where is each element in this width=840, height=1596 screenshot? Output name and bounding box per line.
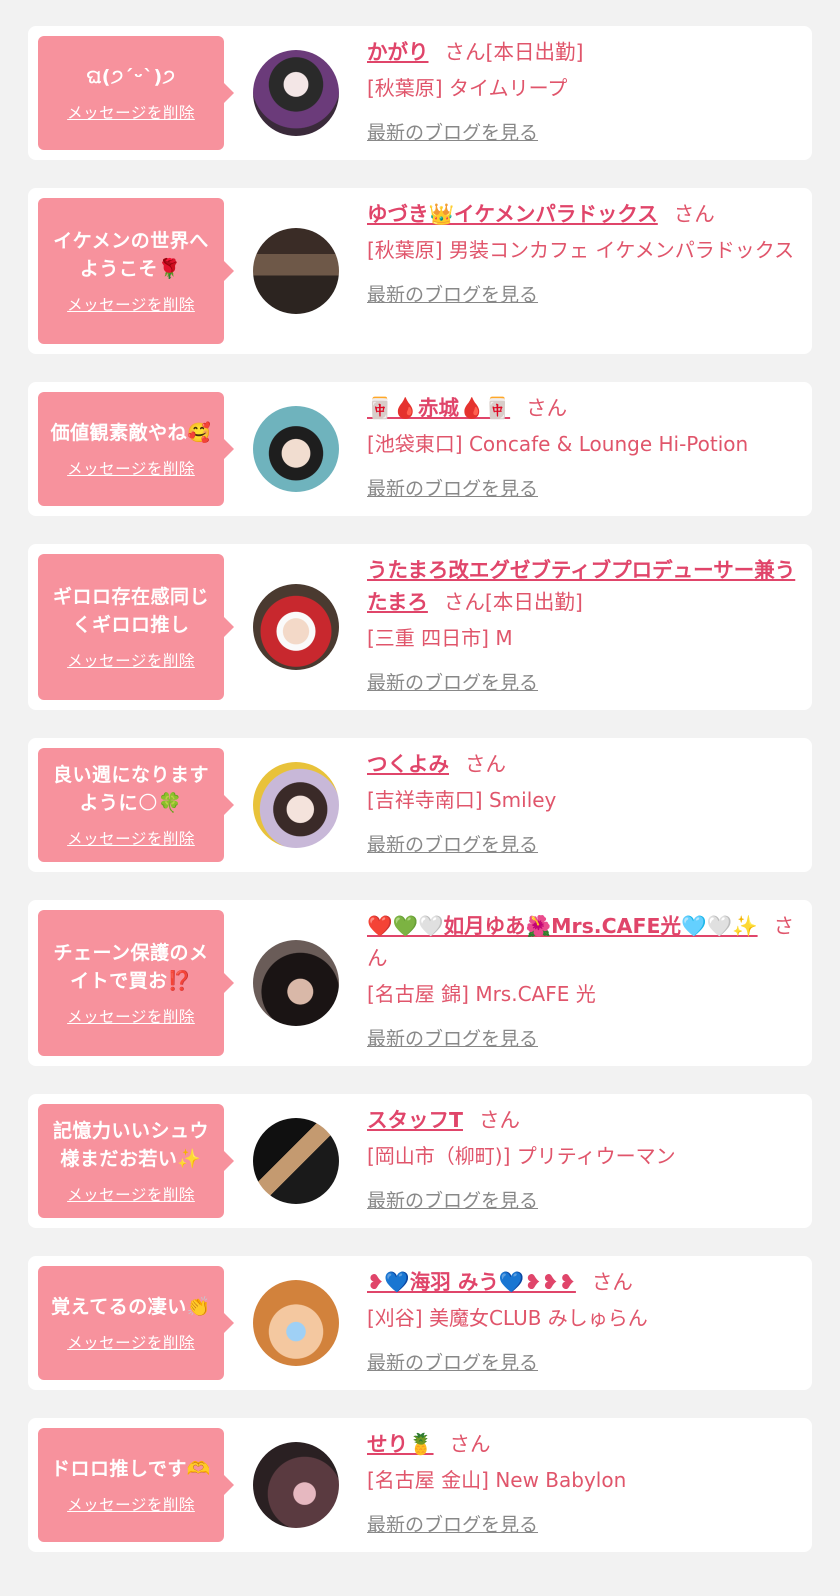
- message-bubble: チェーン保護のメ イトで買お⁉️ メッセージを削除: [38, 910, 234, 1056]
- avatar[interactable]: [253, 1442, 339, 1528]
- cast-name-link[interactable]: つくよみ: [367, 752, 449, 776]
- message-list: ଘ(੭ˊᵕˋ)੭ メッセージを削除 かがり さん[本日出勤] [秋葉原] タイムリープ最…: [0, 0, 840, 1596]
- message-text: 良い週になります ように🌕🍀: [52, 764, 209, 814]
- view-latest-blog-link[interactable]: 最新のブログを見る: [367, 1348, 538, 1375]
- message-card: ドロロ推しです🫶 メッセージを削除 せり🍍 さん [名古屋 金山] New Babylo…: [28, 1418, 812, 1552]
- message-card: 価値観素敵やね🥰 メッセージを削除 🀄🩸赤城🩸🀄 さん [池袋東口] Concafe &…: [28, 382, 812, 516]
- cast-name-link[interactable]: 🀄🩸赤城🩸🀄: [367, 396, 510, 420]
- avatar[interactable]: [253, 50, 339, 136]
- avatar[interactable]: [253, 228, 339, 314]
- cast-info: ゆづき👑イケメンパラドックス さん [秋葉原] 男装コンカフェ イケメンパラドックス…: [367, 198, 798, 307]
- message-bubble: イケメンの世界へ ようこそ🌹 メッセージを削除: [38, 198, 234, 344]
- message-card: イケメンの世界へ ようこそ🌹 メッセージを削除 ゆづき👑イケメンパラドックス さん [秋…: [28, 188, 812, 354]
- cast-name-link[interactable]: ❤️💚🤍如月ゆあ🌺Mrs.CAFE光🩵🤍✨: [367, 914, 758, 938]
- shop-location: [吉祥寺南口] Smiley: [367, 788, 557, 812]
- message-card: チェーン保護のメ イトで買お⁉️ メッセージを削除 ❤️💚🤍如月ゆあ🌺Mrs.CAF…: [28, 900, 812, 1066]
- cast-name-line: せり🍍 さん: [367, 1428, 798, 1460]
- view-latest-blog-link[interactable]: 最新のブログを見る: [367, 1024, 538, 1051]
- shop-location: [名古屋 錦] Mrs.CAFE 光: [367, 982, 596, 1006]
- delete-message-link[interactable]: メッセージを削除: [67, 1005, 195, 1027]
- cast-suffix: さん: [591, 1270, 633, 1294]
- message-text: ଘ(੭ˊᵕˋ)੭: [86, 66, 176, 88]
- cast-info: せり🍍 さん [名古屋 金山] New Babylon 最新のブログを見る: [367, 1428, 798, 1537]
- cast-info: つくよみ さん [吉祥寺南口] Smiley 最新のブログを見る: [367, 748, 798, 857]
- view-latest-blog-link[interactable]: 最新のブログを見る: [367, 668, 538, 695]
- cast-name-line: ❤️💚🤍如月ゆあ🌺Mrs.CAFE光🩵🤍✨ さん: [367, 910, 798, 974]
- message-card: ギロロ存在感同じ くギロロ推し メッセージを削除 うたまろ改エグゼブティブプロデュー…: [28, 544, 812, 710]
- view-latest-blog-link[interactable]: 最新のブログを見る: [367, 280, 538, 307]
- cast-info: ❥💙海羽 みう💙❥❥❥ さん [刈谷] 美魔女CLUB みしゅらん 最新のブログを見る: [367, 1266, 798, 1375]
- message-text: チェーン保護のメ イトで買お⁉️: [53, 942, 209, 992]
- cast-name-line: かがり さん[本日出勤]: [367, 36, 798, 68]
- cast-name-line: ゆづき👑イケメンパラドックス さん: [367, 198, 798, 230]
- cast-suffix: さん[本日出勤]: [443, 590, 583, 614]
- message-bubble: ギロロ存在感同じ くギロロ推しメッセージを削除: [38, 554, 234, 700]
- message-text: 価値観素敵やね🥰: [50, 422, 212, 444]
- delete-message-link[interactable]: メッセージを削除: [67, 457, 195, 479]
- message-text: 覚えてるの凄い👏: [51, 1296, 211, 1318]
- message-bubble: 記憶力いいシュウ 様まだお若い✨ メッセージを削除: [38, 1104, 234, 1218]
- view-latest-blog-link[interactable]: 最新のブログを見る: [367, 1510, 538, 1537]
- cast-name-link[interactable]: ❥💙海羽 みう💙❥❥❥: [367, 1270, 576, 1294]
- cast-info: 🀄🩸赤城🩸🀄 さん [池袋東口] Concafe & Lounge Hi-Potio…: [367, 392, 798, 501]
- message-card: 記憶力いいシュウ 様まだお若い✨ メッセージを削除 スタッフT さん [岡山市（柳町)]…: [28, 1094, 812, 1228]
- shop-location: [刈谷] 美魔女CLUB みしゅらん: [367, 1306, 648, 1330]
- cast-info: かがり さん[本日出勤] [秋葉原] タイムリープ 最新のブログを見る: [367, 36, 798, 145]
- delete-message-link[interactable]: メッセージを削除: [67, 101, 195, 123]
- shop-location: [三重 四日市] M: [367, 626, 513, 650]
- message-card: 覚えてるの凄い👏 メッセージを削除 ❥💙海羽 みう💙❥❥❥ さん [刈谷] 美魔女CLU…: [28, 1256, 812, 1390]
- cast-name-line: つくよみ さん: [367, 748, 798, 780]
- delete-message-link[interactable]: メッセージを削除: [67, 827, 195, 849]
- shop-location: [秋葉原] タイムリープ: [367, 76, 568, 100]
- message-bubble: ドロロ推しです🫶 メッセージを削除: [38, 1428, 234, 1542]
- message-text: 記憶力いいシュウ 様まだお若い✨: [52, 1120, 209, 1170]
- avatar[interactable]: [253, 584, 339, 670]
- delete-message-link[interactable]: メッセージを削除: [67, 649, 195, 671]
- avatar[interactable]: [253, 1280, 339, 1366]
- message-bubble: ଘ(੭ˊᵕˋ)੭ メッセージを削除: [38, 36, 234, 150]
- cast-suffix: さん: [449, 1432, 491, 1456]
- shop-location: [岡山市（柳町)] プリティウーマン: [367, 1144, 676, 1168]
- cast-name-line: 🀄🩸赤城🩸🀄 さん: [367, 392, 798, 424]
- message-text: ギロロ存在感同じ くギロロ推し: [52, 586, 209, 636]
- cast-suffix: さん: [673, 202, 715, 226]
- avatar[interactable]: [253, 940, 339, 1026]
- shop-location: [池袋東口] Concafe & Lounge Hi-Potion: [367, 432, 749, 456]
- cast-info: うたまろ改エグゼブティブプロデューサー兼うたまろ さん[本日出勤] [三重 四日市]…: [367, 554, 798, 695]
- message-bubble: 覚えてるの凄い👏 メッセージを削除: [38, 1266, 234, 1380]
- cast-suffix: さん: [526, 396, 568, 420]
- message-bubble: 良い週になります ように🌕🍀 メッセージを削除: [38, 748, 234, 862]
- avatar[interactable]: [253, 762, 339, 848]
- delete-message-link[interactable]: メッセージを削除: [67, 293, 195, 315]
- view-latest-blog-link[interactable]: 最新のブログを見る: [367, 118, 538, 145]
- message-text: イケメンの世界へ ようこそ🌹: [53, 230, 209, 280]
- message-bubble: 価値観素敵やね🥰 メッセージを削除: [38, 392, 234, 506]
- cast-suffix: さん: [478, 1108, 520, 1132]
- message-text: ドロロ推しです🫶: [50, 1458, 212, 1480]
- delete-message-link[interactable]: メッセージを削除: [67, 1183, 195, 1205]
- cast-name-link[interactable]: ゆづき👑イケメンパラドックス: [367, 202, 658, 226]
- cast-name-link[interactable]: せり🍍: [367, 1432, 434, 1456]
- cast-suffix: さん[本日出勤]: [444, 40, 584, 64]
- view-latest-blog-link[interactable]: 最新のブログを見る: [367, 1186, 538, 1213]
- shop-location: [名古屋 金山] New Babylon: [367, 1468, 627, 1492]
- message-card: ଘ(੭ˊᵕˋ)੭ メッセージを削除 かがり さん[本日出勤] [秋葉原] タイムリープ最…: [28, 26, 812, 160]
- delete-message-link[interactable]: メッセージを削除: [67, 1331, 195, 1353]
- avatar[interactable]: [253, 406, 339, 492]
- cast-name-line: うたまろ改エグゼブティブプロデューサー兼うたまろ さん[本日出勤]: [367, 554, 798, 618]
- message-card: 良い週になります ように🌕🍀 メッセージを削除 つくよみ さん [吉祥寺南口] Smil…: [28, 738, 812, 872]
- cast-name-link[interactable]: かがり: [367, 40, 429, 64]
- view-latest-blog-link[interactable]: 最新のブログを見る: [367, 830, 538, 857]
- cast-info: スタッフT さん [岡山市（柳町)] プリティウーマン 最新のブログを見る: [367, 1104, 798, 1213]
- cast-suffix: さん: [465, 752, 506, 776]
- cast-name-line: スタッフT さん: [367, 1104, 798, 1136]
- delete-message-link[interactable]: メッセージを削除: [67, 1493, 195, 1515]
- view-latest-blog-link[interactable]: 最新のブログを見る: [367, 474, 538, 501]
- cast-name-link[interactable]: スタッフT: [367, 1108, 463, 1132]
- shop-location: [秋葉原] 男装コンカフェ イケメンパラドックス: [367, 238, 795, 262]
- avatar[interactable]: [253, 1118, 339, 1204]
- cast-name-line: ❥💙海羽 みう💙❥❥❥ さん: [367, 1266, 798, 1298]
- cast-info: ❤️💚🤍如月ゆあ🌺Mrs.CAFE光🩵🤍✨ さん [名古屋 錦] Mrs.CAFE …: [367, 910, 798, 1051]
